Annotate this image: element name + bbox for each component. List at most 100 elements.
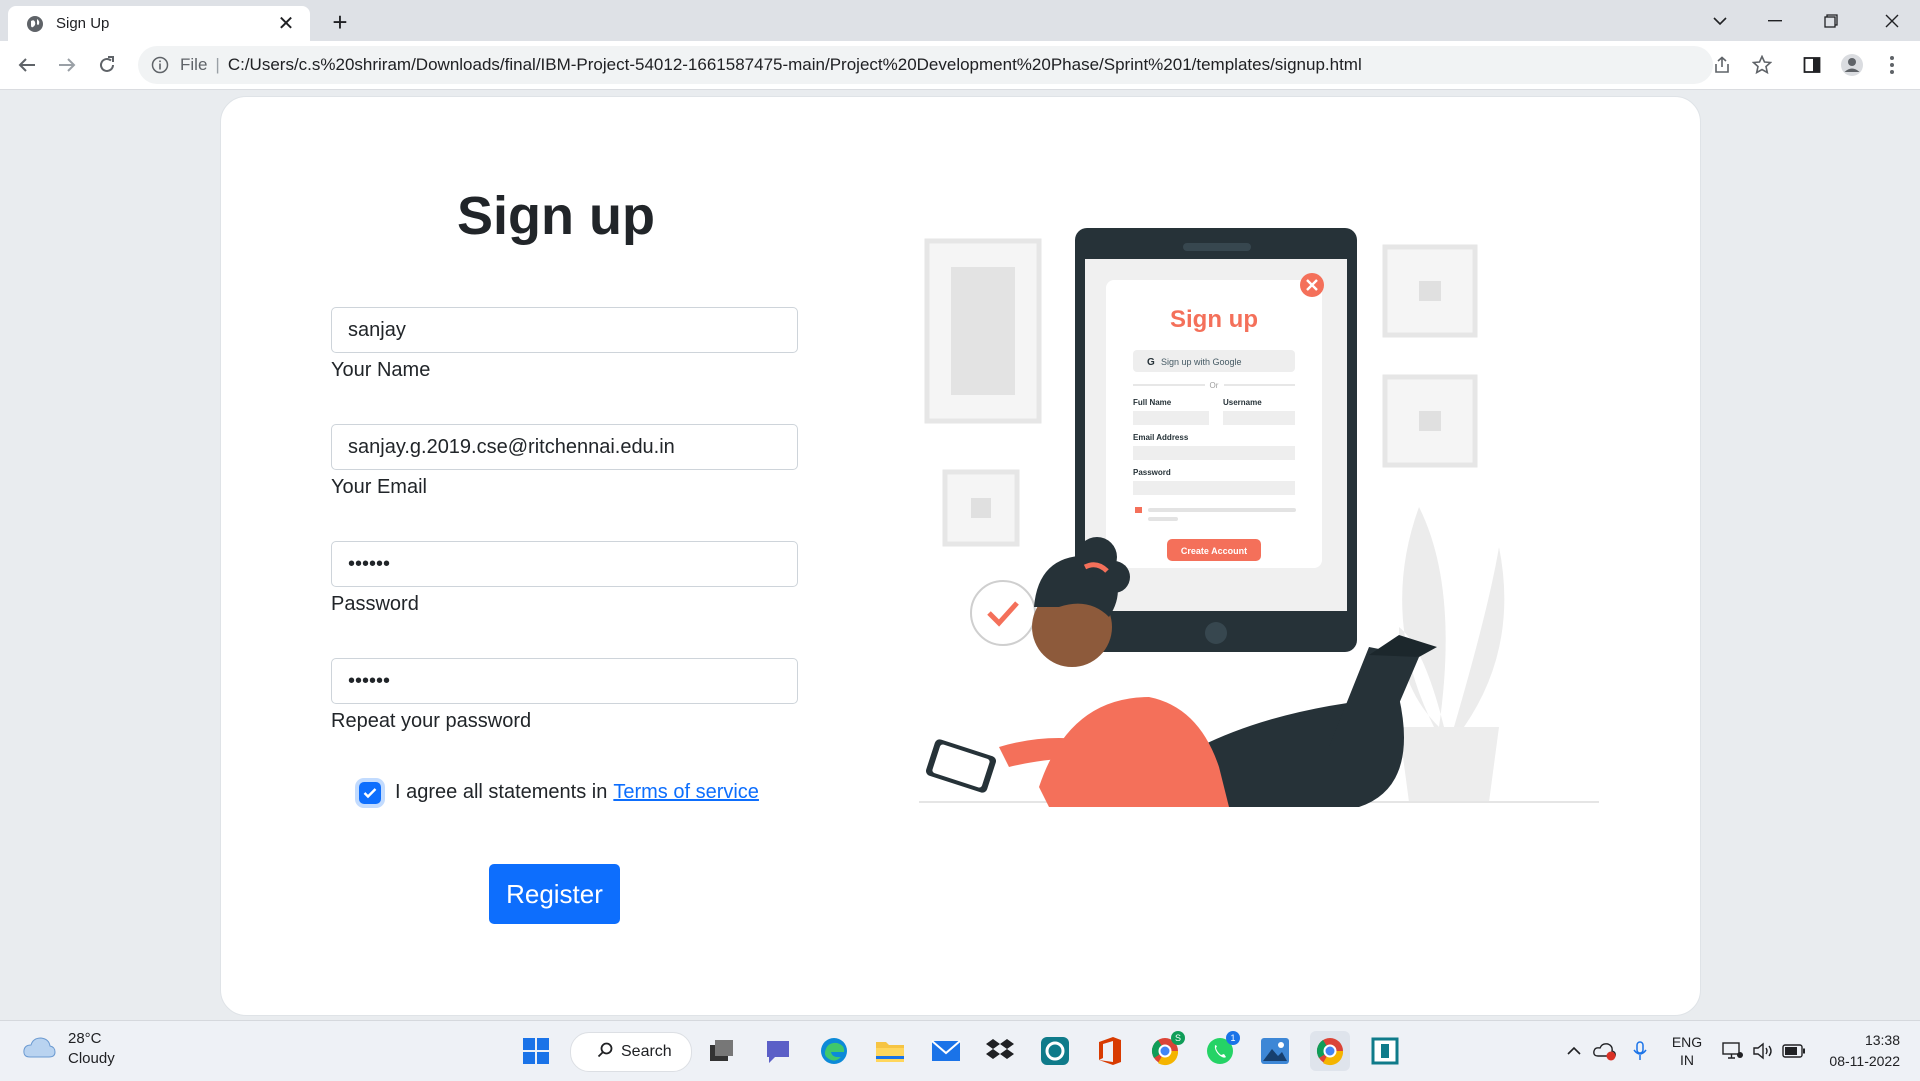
microphone-icon[interactable] xyxy=(1628,1021,1652,1081)
restore-icon[interactable] xyxy=(1803,0,1859,41)
name-input[interactable] xyxy=(331,307,798,353)
remote-desktop-icon[interactable] xyxy=(1365,1031,1405,1071)
terms-agreement: I agree all statements in Terms of servi… xyxy=(359,781,759,804)
mini-google-label: Sign up with Google xyxy=(1161,357,1242,367)
back-icon[interactable] xyxy=(11,49,43,81)
mini-checkbox xyxy=(1135,507,1142,513)
mini-password-label: Password xyxy=(1133,468,1171,477)
dropbox-icon[interactable] xyxy=(980,1031,1020,1071)
share-icon[interactable] xyxy=(1706,49,1738,81)
language-indicator[interactable]: ENG IN xyxy=(1665,1021,1709,1081)
chrome-profile-icon[interactable]: S xyxy=(1145,1031,1185,1071)
mini-password-input xyxy=(1133,481,1295,495)
name-label: Your Name xyxy=(331,359,431,381)
scheme-label: File xyxy=(180,55,208,74)
frame-right-bottom-art xyxy=(1419,411,1441,431)
weather-widget[interactable]: 28°C Cloudy xyxy=(22,1029,115,1069)
whatsapp-badge: 1 xyxy=(1226,1031,1240,1045)
reload-icon[interactable] xyxy=(91,49,123,81)
mini-username-input xyxy=(1223,411,1295,425)
forward-icon[interactable] xyxy=(51,49,83,81)
search-label: Search xyxy=(621,1043,672,1060)
terms-link[interactable]: Terms of service xyxy=(613,781,759,804)
check-bubble xyxy=(970,580,1036,646)
scheme-separator: | xyxy=(215,55,220,74)
agree-checkbox[interactable] xyxy=(359,781,381,804)
repeat-password-label: Repeat your password xyxy=(331,710,532,732)
chrome-active-icon[interactable] xyxy=(1310,1031,1350,1071)
tab-bar: Sign Up ✕ + xyxy=(0,0,1920,41)
mini-create-account-label: Create Account xyxy=(1181,546,1247,556)
tab-sign-up[interactable]: Sign Up ✕ xyxy=(8,6,310,41)
browser-toolbar: File | C:/Users/c.s%20shriram/Downloads/… xyxy=(0,41,1920,90)
language-line2: IN xyxy=(1680,1052,1694,1068)
taskbar: 28°C Cloudy Search S 1 ENG IN 13:38 08-1… xyxy=(0,1020,1920,1081)
name-field-group: Your Name xyxy=(331,307,798,382)
mini-or-text: Or xyxy=(1210,381,1219,390)
mini-username-label: Username xyxy=(1223,398,1262,407)
mini-email-input xyxy=(1133,446,1295,460)
taskbar-search[interactable]: Search xyxy=(570,1032,692,1072)
repeat-password-field-group: Repeat your password xyxy=(331,658,798,733)
network-icon[interactable] xyxy=(1720,1021,1746,1081)
email-field-group: Your Email xyxy=(331,424,798,499)
app-lens-icon[interactable] xyxy=(1035,1031,1075,1071)
register-button[interactable]: Register xyxy=(489,864,620,924)
weather-desc: Cloudy xyxy=(68,1050,115,1067)
mini-email-label: Email Address xyxy=(1133,433,1189,442)
email-label: Your Email xyxy=(331,476,427,498)
new-tab-icon[interactable]: + xyxy=(326,7,354,37)
window-close-icon[interactable] xyxy=(1864,0,1920,41)
globe-icon xyxy=(26,15,44,33)
mail-icon[interactable] xyxy=(926,1031,966,1071)
weather-temp: 28°C xyxy=(68,1030,102,1047)
battery-icon[interactable] xyxy=(1780,1021,1808,1081)
agree-text: I agree all statements in xyxy=(395,781,608,803)
plant-leaves xyxy=(1399,507,1505,727)
signup-card: Sign up Your Name Your Email Password Re… xyxy=(220,96,1701,1016)
password-label: Password xyxy=(331,593,419,615)
tray-chevron-up-icon[interactable] xyxy=(1562,1021,1586,1081)
page-title: Sign up xyxy=(457,186,655,246)
bookmark-star-icon[interactable] xyxy=(1746,49,1778,81)
checkmark-icon xyxy=(363,787,377,798)
cloud-icon xyxy=(22,1035,56,1064)
file-explorer-icon[interactable] xyxy=(870,1031,910,1071)
close-icon[interactable]: ✕ xyxy=(274,12,298,36)
tab-title: Sign Up xyxy=(56,15,110,32)
photos-icon[interactable] xyxy=(1255,1031,1295,1071)
tablet-speaker xyxy=(1183,243,1251,251)
side-panel-icon[interactable] xyxy=(1796,49,1828,81)
windows-start-icon[interactable] xyxy=(516,1031,556,1071)
menu-dots-icon[interactable] xyxy=(1876,49,1908,81)
edge-icon[interactable] xyxy=(814,1031,854,1071)
url-text[interactable]: C:/Users/c.s%20shriram/Downloads/final/I… xyxy=(228,55,1362,75)
frame-small-art xyxy=(971,498,991,518)
password-input[interactable] xyxy=(331,541,798,587)
search-icon xyxy=(597,1042,613,1063)
frame-right-top-art xyxy=(1419,281,1441,301)
email-input[interactable] xyxy=(331,424,798,470)
mini-form-title: Sign up xyxy=(1170,306,1258,333)
minimize-icon[interactable] xyxy=(1747,0,1803,41)
mini-full-name-input xyxy=(1133,411,1209,425)
system-clock[interactable]: 13:38 08-11-2022 xyxy=(1820,1030,1900,1072)
task-view-icon[interactable] xyxy=(702,1031,742,1071)
info-icon[interactable] xyxy=(150,55,170,75)
office-icon[interactable] xyxy=(1090,1031,1130,1071)
mini-full-name-label: Full Name xyxy=(1133,398,1172,407)
volume-icon[interactable] xyxy=(1750,1021,1776,1081)
address-bar[interactable]: File | C:/Users/c.s%20shriram/Downloads/… xyxy=(138,46,1713,84)
repeat-password-input[interactable] xyxy=(331,658,798,704)
chevron-down-icon[interactable] xyxy=(1692,0,1748,41)
clock-date: 08-11-2022 xyxy=(1829,1053,1900,1069)
page-viewport: Sign up Your Name Your Email Password Re… xyxy=(0,90,1920,1020)
tablet-home-button xyxy=(1205,622,1227,644)
language-line1: ENG xyxy=(1671,1034,1703,1050)
teams-chat-icon[interactable] xyxy=(758,1031,798,1071)
profile-icon[interactable] xyxy=(1836,49,1868,81)
onedrive-error-icon[interactable] xyxy=(1592,1021,1618,1081)
svg-text:G: G xyxy=(1147,357,1155,368)
whatsapp-icon[interactable]: 1 xyxy=(1200,1031,1240,1071)
chrome-badge: S xyxy=(1171,1031,1185,1045)
